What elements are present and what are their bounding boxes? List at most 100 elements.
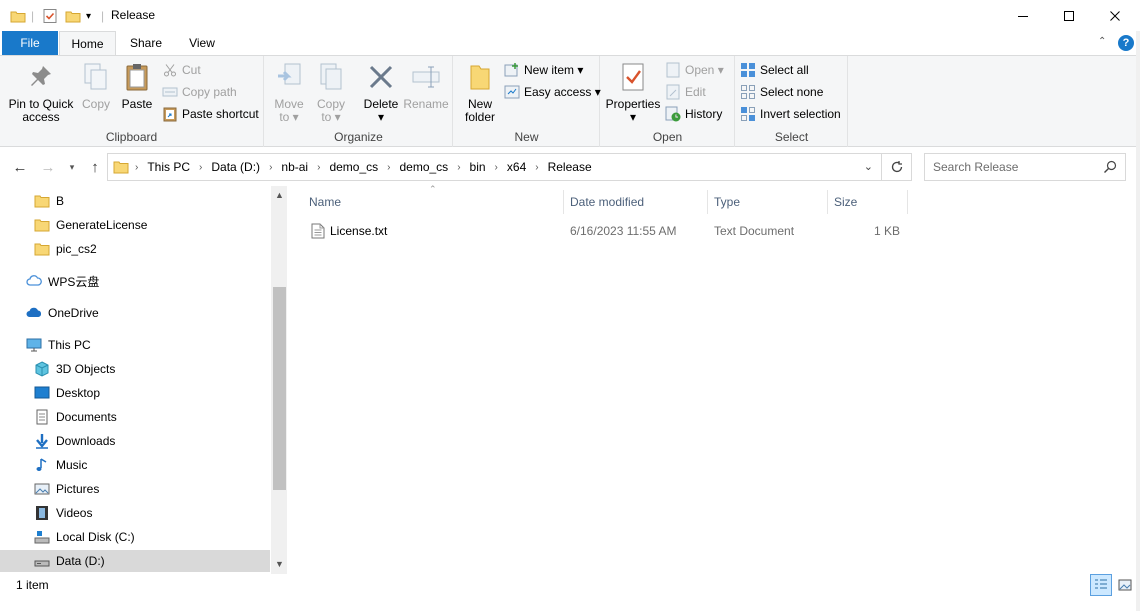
rename-button[interactable]: Rename <box>403 60 449 111</box>
scroll-down-icon[interactable]: ▼ <box>275 559 284 569</box>
organize-group-label: Organize <box>334 130 383 144</box>
search-box[interactable]: Search Release <box>924 153 1126 181</box>
scroll-up-icon[interactable]: ▲ <box>275 190 284 200</box>
paste-button[interactable]: Paste <box>118 60 156 111</box>
properties-quick-icon[interactable] <box>42 7 58 25</box>
breadcrumb-release[interactable]: Release <box>548 160 592 174</box>
breadcrumb-separator: › <box>494 161 498 173</box>
nav-desktop[interactable]: Desktop <box>0 382 270 404</box>
nav-item-label: Music <box>56 458 88 472</box>
music-note-icon <box>34 457 50 473</box>
delete-button[interactable]: Delete ▾ <box>361 60 401 124</box>
nav-3d-objects[interactable]: 3D Objects <box>0 358 270 380</box>
history-button[interactable]: History <box>665 104 722 124</box>
copy-icon <box>80 60 112 94</box>
paste-shortcut-button[interactable]: Paste shortcut <box>162 104 259 124</box>
breadcrumb-separator: › <box>535 161 539 173</box>
new-item-button[interactable]: New item ▾ <box>504 60 583 80</box>
large-icons-view-button[interactable] <box>1114 574 1136 596</box>
up-arrow-icon[interactable]: ↑ <box>85 158 105 176</box>
ribbon-tabs: File Home Share View ⌃ ? <box>0 31 1140 56</box>
breadcrumb-this-pc[interactable]: This PC <box>147 160 190 174</box>
tab-home[interactable]: Home <box>59 31 116 56</box>
nav-music[interactable]: Music <box>0 454 270 476</box>
column-name[interactable]: Name <box>303 190 564 214</box>
collapse-ribbon-icon[interactable]: ⌃ <box>1098 36 1106 47</box>
details-view-button[interactable] <box>1090 574 1112 596</box>
breadcrumb-x64[interactable]: x64 <box>507 160 526 174</box>
recent-locations-chevron-icon[interactable]: ▾ <box>62 158 82 176</box>
nav-folder-pic-cs2[interactable]: pic_cs2 <box>0 238 270 260</box>
easy-access-button[interactable]: Easy access ▾ <box>504 82 601 102</box>
forward-arrow-icon[interactable]: → <box>38 158 58 176</box>
move-to-icon <box>273 60 305 94</box>
column-date-modified[interactable]: Date modified <box>564 190 708 214</box>
refresh-icon <box>891 161 902 173</box>
invert-selection-button[interactable]: Invert selection <box>740 104 841 124</box>
nav-this-pc[interactable]: This PC <box>0 334 270 356</box>
edit-button[interactable]: Edit <box>665 82 706 102</box>
copy-to-button[interactable]: Copy to ▾ <box>313 60 349 124</box>
nav-folder-b[interactable]: B <box>0 190 270 212</box>
nav-videos[interactable]: Videos <box>0 502 270 524</box>
invert-selection-icon <box>740 106 756 122</box>
maximize-button[interactable] <box>1046 0 1092 31</box>
open-group: Properties ▾ Open ▾ Edit History Open <box>601 56 735 147</box>
breadcrumb-data-d[interactable]: Data (D:) <box>211 160 260 174</box>
back-arrow-icon[interactable]: ← <box>10 158 30 176</box>
nav-wps-cloud[interactable]: WPS云盘 <box>0 270 270 292</box>
rename-icon <box>410 60 442 94</box>
minimize-button[interactable] <box>1000 0 1046 31</box>
tab-view[interactable]: View <box>176 31 228 55</box>
column-size[interactable]: Size <box>828 190 908 214</box>
pin-to-quick-access-button[interactable]: Pin to Quick access <box>6 60 76 124</box>
nav-data-d[interactable]: Data (D:) <box>0 550 270 572</box>
nav-onedrive[interactable]: OneDrive <box>0 302 270 324</box>
paste-label: Paste <box>121 97 153 111</box>
address-dropdown-chevron-icon[interactable]: ⌄ <box>864 160 873 173</box>
column-type[interactable]: Type <box>708 190 828 214</box>
nav-folder-generatelicense[interactable]: GenerateLicense <box>0 214 270 236</box>
breadcrumb-demo-cs-2[interactable]: demo_cs <box>399 160 448 174</box>
clipboard-icon <box>121 60 153 94</box>
breadcrumb-bin[interactable]: bin <box>470 160 486 174</box>
select-none-button[interactable]: Select none <box>740 82 823 102</box>
nav-downloads[interactable]: Downloads <box>0 430 270 452</box>
cut-button[interactable]: Cut <box>162 60 201 80</box>
select-none-label: Select none <box>760 85 824 99</box>
properties-button[interactable]: Properties ▾ <box>605 60 661 124</box>
copy-path-button[interactable]: Copy path <box>162 82 237 102</box>
breadcrumb-demo-cs[interactable]: demo_cs <box>329 160 378 174</box>
history-icon <box>665 106 681 122</box>
nav-documents[interactable]: Documents <box>0 406 270 428</box>
nav-scrollbar-thumb[interactable] <box>273 287 286 490</box>
select-none-icon <box>740 84 756 100</box>
new-item-label: New item ▾ <box>524 63 584 77</box>
tab-file[interactable]: File <box>2 31 58 55</box>
tab-share[interactable]: Share <box>120 31 172 55</box>
file-row[interactable]: License.txt 6/16/2023 11:55 AM Text Docu… <box>308 220 908 242</box>
open-icon <box>665 62 681 78</box>
help-icon[interactable]: ? <box>1118 35 1134 51</box>
refresh-button[interactable] <box>882 153 912 181</box>
new-folder-button[interactable]: New folder <box>460 60 500 124</box>
nav-local-disk-c[interactable]: Local Disk (C:) <box>0 526 270 548</box>
move-to-button[interactable]: Move to ▾ <box>271 60 307 124</box>
breadcrumb-nb-ai[interactable]: nb-ai <box>281 160 308 174</box>
address-bar[interactable]: › This PC › Data (D:) › nb-ai › demo_cs … <box>107 153 882 181</box>
customize-toolbar-icon[interactable]: ▾ <box>86 7 91 25</box>
copy-to-label-2: to ▾ <box>321 110 341 124</box>
open-button[interactable]: Open ▾ <box>665 60 724 80</box>
address-row: ← → ▾ ↑ › This PC › Data (D:) › nb-ai › … <box>0 148 1140 185</box>
copy-button[interactable]: Copy <box>78 60 114 111</box>
nav-folder-label: GenerateLicense <box>56 218 148 232</box>
file-size: 1 KB <box>873 224 900 238</box>
select-all-button[interactable]: Select all <box>740 60 809 80</box>
close-button[interactable] <box>1092 0 1138 31</box>
select-all-label: Select all <box>760 63 809 77</box>
copy-path-label: Copy path <box>182 85 237 99</box>
details-view-icon <box>1095 579 1107 589</box>
paste-shortcut-icon <box>162 106 178 122</box>
nav-pictures[interactable]: Pictures <box>0 478 270 500</box>
new-folder-quick-icon[interactable] <box>65 7 81 25</box>
